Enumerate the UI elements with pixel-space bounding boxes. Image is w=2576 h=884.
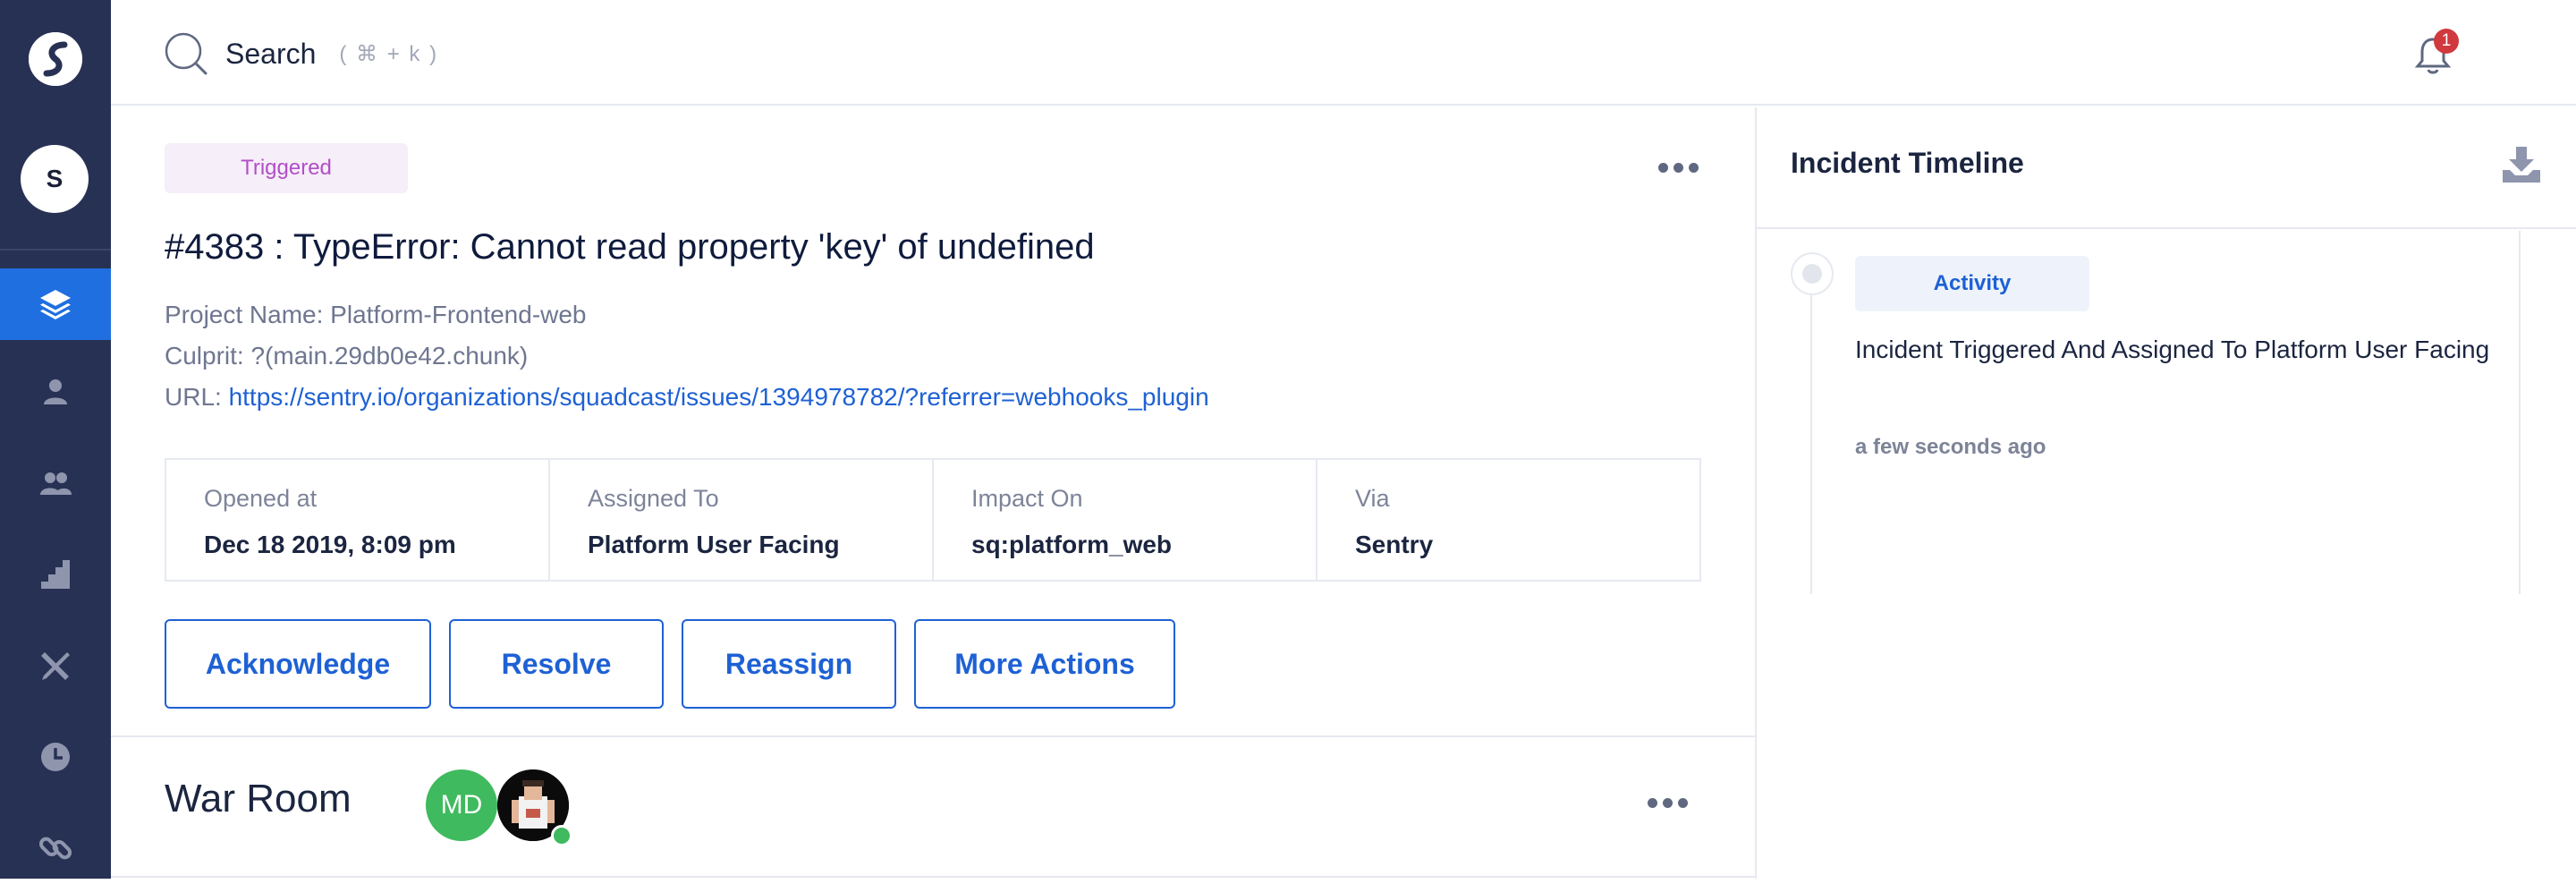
acknowledge-button[interactable]: Acknowledge	[165, 619, 431, 709]
sidebar-item-schedules[interactable]	[0, 721, 111, 793]
sidebar-item-analytics[interactable]	[0, 539, 111, 610]
dot-icon	[1658, 163, 1668, 173]
org-avatar[interactable]: S	[21, 145, 89, 213]
project-name: Project Name: Platform-Frontend-web	[165, 301, 587, 328]
info-label: Opened at	[204, 485, 318, 512]
clock-icon	[41, 743, 70, 771]
info-via: Via Sentry	[1318, 460, 1699, 580]
timeline-track	[1810, 277, 1812, 594]
sidebar-item-tools[interactable]	[0, 630, 111, 701]
info-value: Sentry	[1355, 531, 1434, 558]
sidebar-item-users[interactable]	[0, 356, 111, 428]
sidebar-item-integrations[interactable]	[0, 812, 111, 884]
timeline-entry-text: Incident Triggered And Assigned To Platf…	[1855, 336, 2490, 363]
notification-count-badge: 1	[2434, 29, 2459, 54]
team-icon	[40, 472, 72, 495]
sidebar: S	[0, 0, 111, 879]
search-input[interactable]: Search ( ⌘ + k )	[165, 32, 438, 75]
resolve-button[interactable]: Resolve	[449, 619, 664, 709]
info-opened-at: Opened at Dec 18 2019, 8:09 pm	[166, 460, 550, 580]
status-badge: Triggered	[165, 143, 408, 193]
incident-panel: Triggered #4383 : TypeError: Cannot read…	[111, 107, 1755, 879]
war-room-title: War Room	[165, 777, 352, 820]
info-value: sq:platform_web	[971, 531, 1173, 558]
info-label: Via	[1355, 485, 1390, 512]
timeline-entry-type-badge: Activity	[1855, 256, 2089, 311]
more-actions-button[interactable]: More Actions	[914, 619, 1175, 709]
user-icon	[44, 379, 67, 404]
dot-icon	[1648, 798, 1657, 808]
reassign-button[interactable]: Reassign	[682, 619, 896, 709]
incident-timeline-panel: Incident Timeline Activity Incident Trig…	[1755, 107, 2576, 879]
search-label: Search	[225, 37, 317, 70]
sidebar-divider	[0, 249, 111, 251]
info-label: Impact On	[971, 485, 1083, 512]
timeline-entry-time: a few seconds ago	[1855, 435, 2046, 459]
incident-info-grid: Opened at Dec 18 2019, 8:09 pm Assigned …	[165, 458, 1701, 582]
war-room-more-options-button[interactable]	[1648, 798, 1688, 808]
incident-more-options-button[interactable]	[1658, 163, 1699, 173]
info-impact-on: Impact On sq:platform_web	[934, 460, 1318, 580]
info-assigned-to: Assigned To Platform User Facing	[550, 460, 934, 580]
incident-title: #4383 : TypeError: Cannot read property …	[165, 227, 1095, 267]
squadcast-logo[interactable]	[29, 32, 82, 86]
panel-bottom-border	[111, 876, 1755, 878]
tools-icon	[41, 652, 70, 680]
url-line: URL: https://sentry.io/organizations/squ…	[165, 383, 1209, 412]
section-divider	[111, 735, 1755, 737]
timeline-header-divider	[1757, 227, 2576, 229]
search-icon	[165, 32, 208, 75]
timeline-scrollbar-track[interactable]	[2519, 231, 2521, 594]
incident-url-link[interactable]: https://sentry.io/organizations/squadcas…	[229, 383, 1209, 411]
culprit: Culprit: ?(main.29db0e42.chunk)	[165, 342, 529, 370]
top-bar: Search ( ⌘ + k ) 1	[111, 0, 2576, 106]
dot-icon	[1663, 798, 1673, 808]
info-value: Dec 18 2019, 8:09 pm	[204, 531, 456, 558]
search-shortcut-hint: ( ⌘ + k )	[339, 41, 439, 66]
dot-icon	[1674, 163, 1683, 173]
dot-icon	[1678, 798, 1688, 808]
link-icon	[38, 837, 72, 860]
sidebar-item-teams[interactable]	[0, 447, 111, 519]
url-label: URL:	[165, 383, 229, 411]
info-value: Platform User Facing	[588, 531, 840, 558]
avatar[interactable]: MD	[426, 769, 497, 841]
dot-icon	[1689, 163, 1699, 173]
info-label: Assigned To	[588, 485, 719, 512]
download-icon	[2503, 147, 2540, 183]
analytics-icon	[41, 560, 70, 589]
layers-icon	[40, 290, 71, 319]
sidebar-item-incidents[interactable]	[0, 268, 111, 340]
online-status-indicator	[551, 825, 572, 846]
timeline-node-icon	[1791, 252, 1834, 295]
timeline-title: Incident Timeline	[1791, 147, 2024, 179]
download-button[interactable]	[2501, 145, 2542, 184]
